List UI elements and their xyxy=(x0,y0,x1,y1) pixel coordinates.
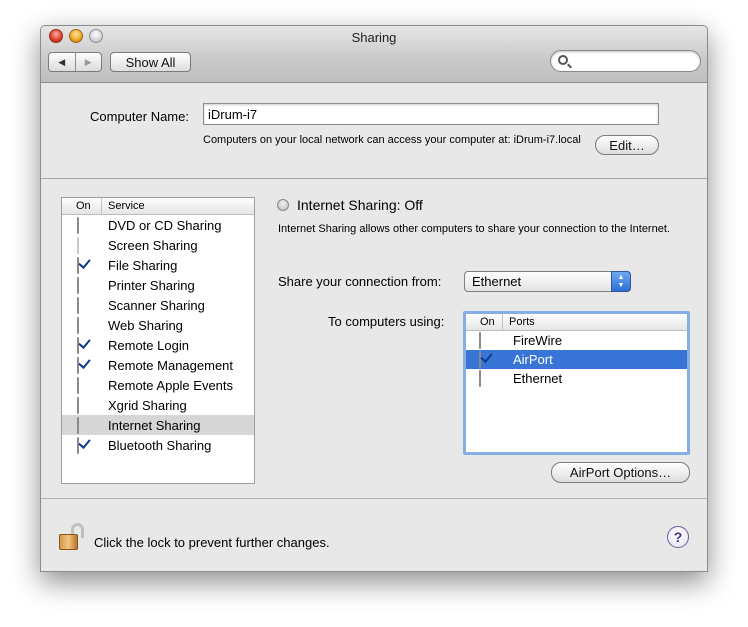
edit-button[interactable]: Edit… xyxy=(595,135,659,155)
help-button[interactable]: ? xyxy=(667,526,689,548)
ports-list-header: On Ports xyxy=(466,314,687,331)
airport-options-button[interactable]: AirPort Options… xyxy=(551,462,690,483)
port-row-airport[interactable]: AirPort xyxy=(466,350,687,369)
column-header-service[interactable]: Service xyxy=(102,198,145,214)
lock-icon[interactable] xyxy=(59,523,85,553)
share-from-popup[interactable]: Ethernet ▲ ▼ xyxy=(464,271,631,292)
search-icon xyxy=(558,55,568,65)
service-list[interactable]: On Service DVD or CD Sharing Screen Shar… xyxy=(61,197,255,484)
checkbox[interactable] xyxy=(77,236,79,254)
status-text: Internet Sharing: Off xyxy=(297,197,423,213)
service-label: Remote Login xyxy=(108,337,189,353)
window-title: Sharing xyxy=(351,30,397,45)
service-row-screen[interactable]: Screen Sharing xyxy=(62,235,254,255)
service-label: DVD or CD Sharing xyxy=(108,217,222,233)
service-row-scanner[interactable]: Scanner Sharing xyxy=(62,295,254,315)
share-from-label: Share your connection from: xyxy=(278,274,442,289)
show-all-button[interactable]: Show All xyxy=(110,52,191,72)
service-row-remote-management[interactable]: Remote Management xyxy=(62,355,254,375)
service-row-internet-sharing[interactable]: Internet Sharing xyxy=(62,415,254,435)
back-icon[interactable]: ◀ xyxy=(49,53,75,71)
forward-icon[interactable]: ▶ xyxy=(74,53,102,71)
computer-name-label: Computer Name: xyxy=(90,109,189,124)
service-label: Xgrid Sharing xyxy=(108,397,187,413)
status-indicator-icon xyxy=(277,199,289,211)
checkbox[interactable] xyxy=(77,336,79,354)
checkbox[interactable] xyxy=(77,376,79,394)
checkbox[interactable] xyxy=(77,276,79,294)
search-field[interactable] xyxy=(550,50,701,72)
popup-arrows-icon: ▲ ▼ xyxy=(611,271,631,292)
checkbox[interactable] xyxy=(77,416,79,434)
checkbox[interactable] xyxy=(77,216,79,234)
port-row-firewire[interactable]: FireWire xyxy=(466,331,687,350)
ports-list[interactable]: On Ports FireWire AirPort Ethernet xyxy=(463,311,690,455)
service-label: Web Sharing xyxy=(108,317,183,333)
lock-text: Click the lock to prevent further change… xyxy=(94,535,330,550)
service-description: Internet Sharing allows other computers … xyxy=(278,223,670,235)
checkbox[interactable] xyxy=(77,316,79,334)
to-computers-label: To computers using: xyxy=(328,314,445,329)
checkbox[interactable] xyxy=(77,256,79,274)
checkbox[interactable] xyxy=(77,396,79,414)
port-label: AirPort xyxy=(513,352,553,367)
port-label: FireWire xyxy=(513,333,563,348)
service-label: Screen Sharing xyxy=(108,237,198,253)
service-row-remote-login[interactable]: Remote Login xyxy=(62,335,254,355)
service-row-web[interactable]: Web Sharing xyxy=(62,315,254,335)
service-label: Remote Management xyxy=(108,357,234,373)
toolbar: Sharing ◀ ▶ Show All xyxy=(41,26,707,83)
checkbox[interactable] xyxy=(77,356,79,374)
checkbox[interactable] xyxy=(479,332,481,349)
computer-name-input[interactable] xyxy=(203,103,659,125)
service-list-header: On Service xyxy=(62,198,254,215)
column-header-ports[interactable]: Ports xyxy=(503,314,535,330)
checkbox[interactable] xyxy=(77,296,79,314)
service-row-file[interactable]: File Sharing xyxy=(62,255,254,275)
service-row-xgrid[interactable]: Xgrid Sharing xyxy=(62,395,254,415)
sharing-status: Internet Sharing: Off xyxy=(277,197,423,213)
column-header-on[interactable]: On xyxy=(62,198,102,214)
computer-name-panel: Computer Name: Computers on your local n… xyxy=(41,84,707,179)
service-row-printer[interactable]: Printer Sharing xyxy=(62,275,254,295)
service-label: Bluetooth Sharing xyxy=(108,437,212,453)
service-row-dvd[interactable]: DVD or CD Sharing xyxy=(62,215,254,235)
checkbox[interactable] xyxy=(77,436,79,454)
column-header-on[interactable]: On xyxy=(466,314,503,330)
service-label: Printer Sharing xyxy=(108,277,195,293)
checkbox[interactable] xyxy=(479,370,481,387)
service-label: File Sharing xyxy=(108,257,178,273)
service-label: Scanner Sharing xyxy=(108,297,205,313)
port-row-ethernet[interactable]: Ethernet xyxy=(466,369,687,388)
footer-divider xyxy=(41,498,707,499)
checkbox[interactable] xyxy=(479,351,481,368)
computer-name-help: Computers on your local network can acce… xyxy=(203,134,581,146)
service-label: Remote Apple Events xyxy=(108,377,234,393)
service-label: Internet Sharing xyxy=(108,417,201,433)
sharing-window: Sharing ◀ ▶ Show All Computer Name: Comp… xyxy=(40,25,708,572)
port-label: Ethernet xyxy=(513,371,563,386)
service-row-bluetooth[interactable]: Bluetooth Sharing xyxy=(62,435,254,455)
service-row-remote-apple-events[interactable]: Remote Apple Events xyxy=(62,375,254,395)
share-from-value: Ethernet xyxy=(472,274,522,289)
back-forward-control: ◀ ▶ xyxy=(48,52,102,72)
